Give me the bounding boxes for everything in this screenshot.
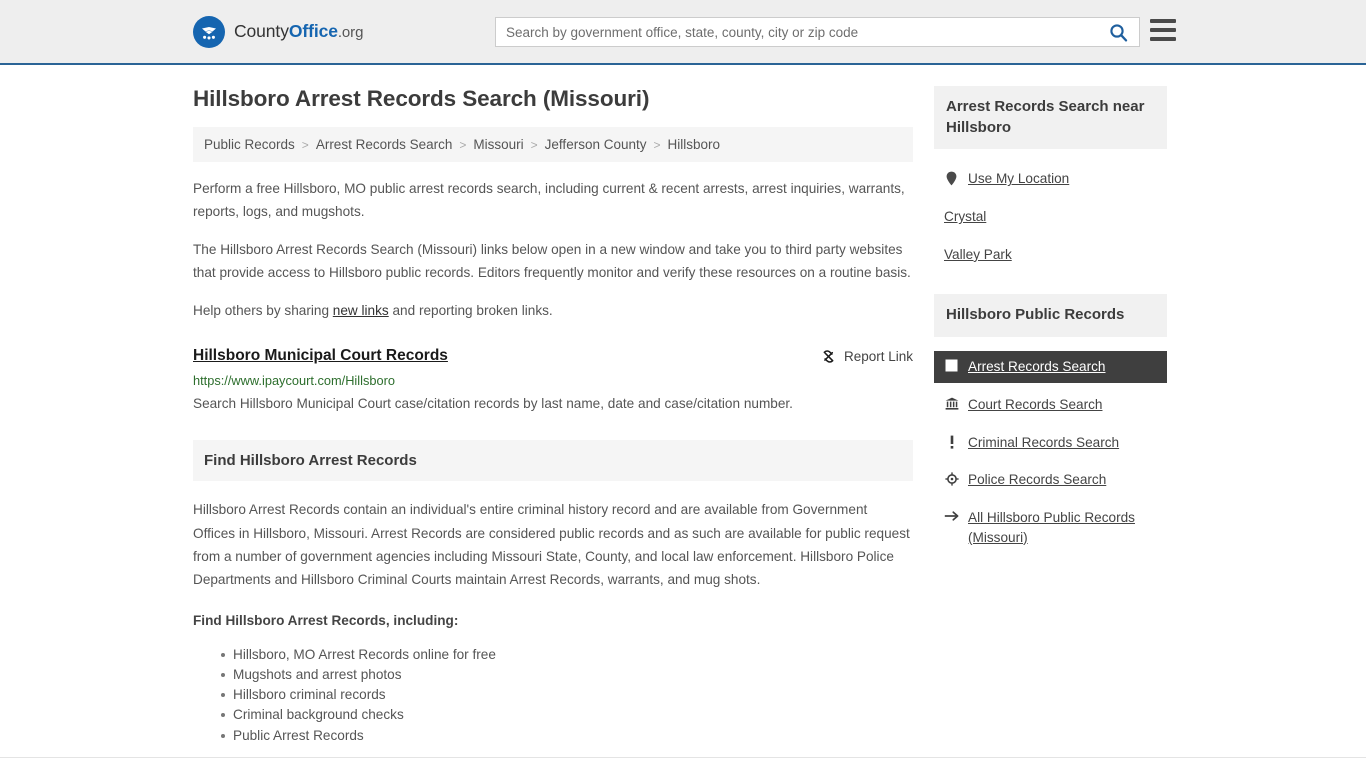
sidebar: Arrest Records Search near Hillsboro Use… [934,86,1167,746]
sidebar-item-label: Criminal Records Search [968,434,1120,450]
eagle-stars-logo-icon [193,15,225,48]
search-bar[interactable] [495,17,1140,47]
sidebar-item-arrest-records-search[interactable]: Arrest Records Search [934,351,1167,383]
result-url: https://www.ipaycourt.com/Hillsboro [193,372,395,388]
result-description: Search Hillsboro Municipal Court case/ci… [193,395,793,411]
breadcrumb-item-hillsboro[interactable]: Hillsboro [668,137,721,152]
sidebar-item-use-my-location[interactable]: Use My Location [934,163,1167,195]
brand-wordmark: CountyOffice.org [234,21,363,42]
breadcrumb-separator: > [459,137,467,152]
site-logo[interactable]: CountyOffice.org [193,15,363,48]
sidebar-item-label: Police Records Search [968,472,1107,488]
main-content: Hillsboro Arrest Records Search (Missour… [193,86,913,746]
hamburger-bar [1150,28,1176,32]
help-suffix: and reporting broken links. [388,302,553,318]
sidebar-item-police-records-search[interactable]: Police Records Search [934,464,1167,496]
footer-divider [0,757,1366,758]
search-input[interactable] [496,18,1097,46]
site-header: CountyOffice.org [0,0,1366,65]
exclamation-icon [944,433,959,449]
sidebar-item-label: Crystal [944,209,987,225]
search-button[interactable] [1097,18,1139,46]
result-item: Hillsboro Municipal Court Records Report… [193,347,913,414]
report-link-label: Report Link [843,348,913,364]
sidebar-item-label: Use My Location [968,171,1070,187]
breadcrumb-item-arrest-records-search[interactable]: Arrest Records Search [316,137,453,152]
intro-paragraph-1: Perform a free Hillsboro, MO public arre… [193,181,905,220]
list-item: Hillsboro, MO Arrest Records online for … [193,645,913,665]
sidebar-item-label: Arrest Records Search [968,359,1106,375]
result-title-link[interactable]: Hillsboro Municipal Court Records [193,347,448,365]
brand-county: County [234,21,289,41]
sidebar-public-records-list: Arrest Records Search Court Records Sear… [934,337,1167,553]
police-badge-icon [944,470,959,486]
brand-office: Office [288,21,338,41]
report-link-button[interactable]: Report Link [820,347,913,365]
sidebar-public-records-block: Hillsboro Public Records Arrest Records … [934,294,1167,553]
sidebar-item-crystal[interactable]: Crystal [934,201,1167,233]
list-item: Public Arrest Records [193,726,913,746]
sidebar-item-label: All Hillsboro Public Records (Missouri) [968,509,1135,545]
sidebar-item-label: Court Records Search [968,396,1103,412]
sidebar-item-label: Valley Park [944,246,1012,262]
arrow-right-icon [944,508,959,522]
brand-org: .org [337,24,364,41]
sidebar-nearby-heading: Arrest Records Search near Hillsboro [934,86,1167,150]
page-title: Hillsboro Arrest Records Search (Missour… [193,86,650,111]
hamburger-bar [1150,37,1176,41]
breadcrumb-item-missouri[interactable]: Missouri [473,137,523,152]
help-paragraph: Help others by sharing new links and rep… [193,299,913,322]
sidebar-item-court-records-search[interactable]: Court Records Search [934,389,1167,421]
breadcrumb: Public Records > Arrest Records Search >… [193,127,913,162]
new-links-link[interactable]: new links [333,303,389,318]
hamburger-menu-icon[interactable] [1150,19,1176,41]
breadcrumb-separator: > [530,137,538,152]
find-section-heading: Find Hillsboro Arrest Records [193,440,913,482]
courthouse-icon [944,395,959,410]
sidebar-nearby-list: Use My Location Crystal Valley Park [934,149,1167,270]
breadcrumb-separator: > [301,137,309,152]
find-section-bullet-list: Hillsboro, MO Arrest Records online for … [193,645,913,746]
search-icon [1109,23,1127,42]
help-prefix: Help others by sharing [193,302,333,318]
hamburger-bar [1150,19,1176,23]
list-item: Mugshots and arrest photos [193,665,913,685]
breadcrumb-item-public-records[interactable]: Public Records [204,137,295,152]
breadcrumb-item-jefferson-county[interactable]: Jefferson County [545,137,647,152]
list-item: Criminal background checks [193,705,913,725]
page-body: Hillsboro Arrest Records Search (Missour… [0,65,1366,758]
sidebar-public-records-heading: Hillsboro Public Records [934,294,1167,338]
breadcrumb-separator: > [653,137,661,152]
broken-link-icon [823,350,834,363]
find-section-list-heading: Find Hillsboro Arrest Records, including… [193,612,459,628]
find-section-body: Hillsboro Arrest Records contain an indi… [193,502,910,588]
square-icon [944,357,959,372]
list-item: Hillsboro criminal records [193,685,913,705]
intro-paragraph-2: The Hillsboro Arrest Records Search (Mis… [193,241,911,281]
sidebar-item-all-public-records[interactable]: All Hillsboro Public Records (Missouri) [934,502,1167,553]
sidebar-item-valley-park[interactable]: Valley Park [934,239,1167,271]
map-pin-icon [944,169,959,186]
sidebar-item-criminal-records-search[interactable]: Criminal Records Search [934,427,1167,459]
